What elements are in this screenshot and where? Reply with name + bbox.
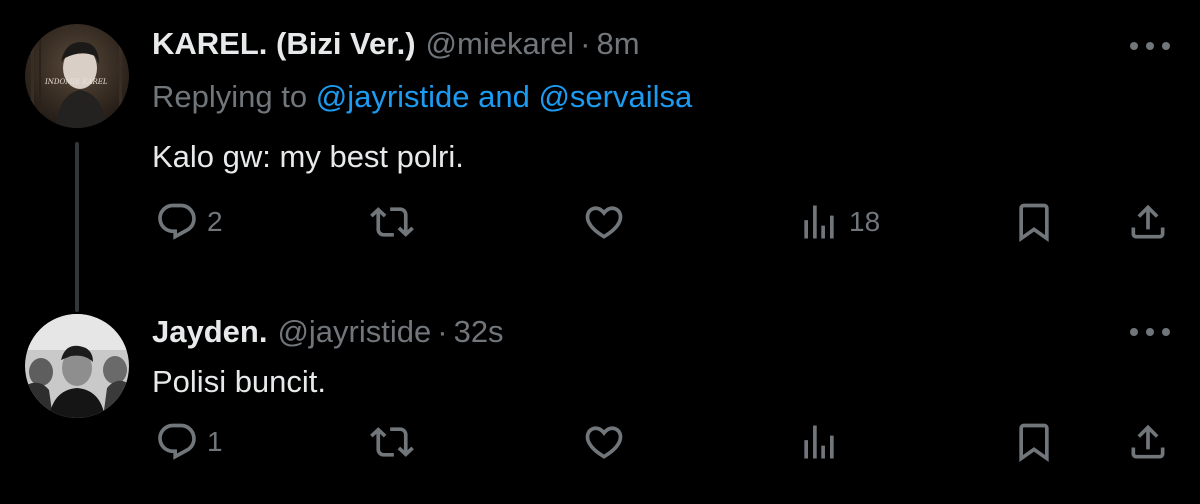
reply-button[interactable]: 1 — [155, 420, 223, 464]
handle[interactable]: @miekarel — [426, 24, 575, 64]
separator: · — [437, 314, 448, 349]
replying-handles[interactable]: @jayristide and @servailsa — [316, 79, 693, 114]
handle[interactable]: @jayristide — [277, 312, 431, 352]
tweet-header: KAREL. (Bizi Ver.) @miekarel · 8m — [152, 24, 640, 64]
timestamp[interactable]: 8m — [597, 24, 640, 64]
share-icon — [1131, 204, 1165, 239]
like-button[interactable] — [582, 200, 634, 244]
share-button[interactable] — [1126, 200, 1170, 244]
reply-count: 1 — [207, 426, 223, 457]
reply-button[interactable]: 2 — [155, 200, 223, 244]
thread-line — [75, 142, 79, 312]
bookmark-icon — [1019, 203, 1049, 243]
replying-prefix: Replying to — [152, 79, 308, 114]
views-button[interactable]: 18 — [797, 200, 880, 244]
reply-icon — [158, 203, 196, 240]
reply-count: 2 — [207, 206, 223, 237]
tweet-text: Polisi buncit. — [152, 364, 327, 399]
retweet-icon — [370, 207, 414, 237]
avatar[interactable] — [25, 314, 129, 418]
views-button[interactable] — [797, 420, 849, 464]
reply-icon — [158, 423, 196, 460]
share-button[interactable] — [1126, 420, 1170, 464]
bookmark-icon — [1019, 423, 1049, 463]
avatar[interactable]: INDOMIE KAREL — [25, 24, 129, 128]
heart-icon — [585, 426, 623, 459]
views-icon — [804, 205, 834, 239]
more-icon[interactable] — [1130, 36, 1170, 56]
tweet-header: Jayden. @jayristide · 32s — [152, 312, 504, 352]
display-name[interactable]: KAREL. (Bizi Ver.) — [152, 24, 416, 64]
tweet-karel[interactable]: INDOMIE KAREL KAREL. (Bizi Ver.) @miekar… — [0, 0, 1200, 312]
heart-icon — [585, 206, 623, 239]
tweet-text: Kalo gw: my best polri. — [152, 139, 464, 174]
bookmark-button[interactable] — [1012, 200, 1056, 244]
timestamp[interactable]: 32s — [454, 312, 504, 352]
separator: · — [580, 26, 591, 61]
tweet-jayden[interactable]: Jayden. @jayristide · 32s Polisi buncit.… — [0, 300, 1200, 504]
display-name[interactable]: Jayden. — [152, 312, 267, 352]
like-button[interactable] — [582, 420, 634, 464]
retweet-button[interactable] — [370, 420, 422, 464]
replying-to: Replying to @jayristide and @servailsa — [152, 77, 692, 117]
views-icon — [804, 425, 834, 459]
retweet-button[interactable] — [370, 200, 422, 244]
bookmark-button[interactable] — [1012, 420, 1056, 464]
share-icon — [1131, 424, 1165, 459]
more-icon[interactable] — [1130, 322, 1170, 342]
retweet-icon — [370, 427, 414, 457]
avatar-caption: INDOMIE KAREL — [44, 78, 108, 86]
views-count: 18 — [849, 206, 881, 237]
